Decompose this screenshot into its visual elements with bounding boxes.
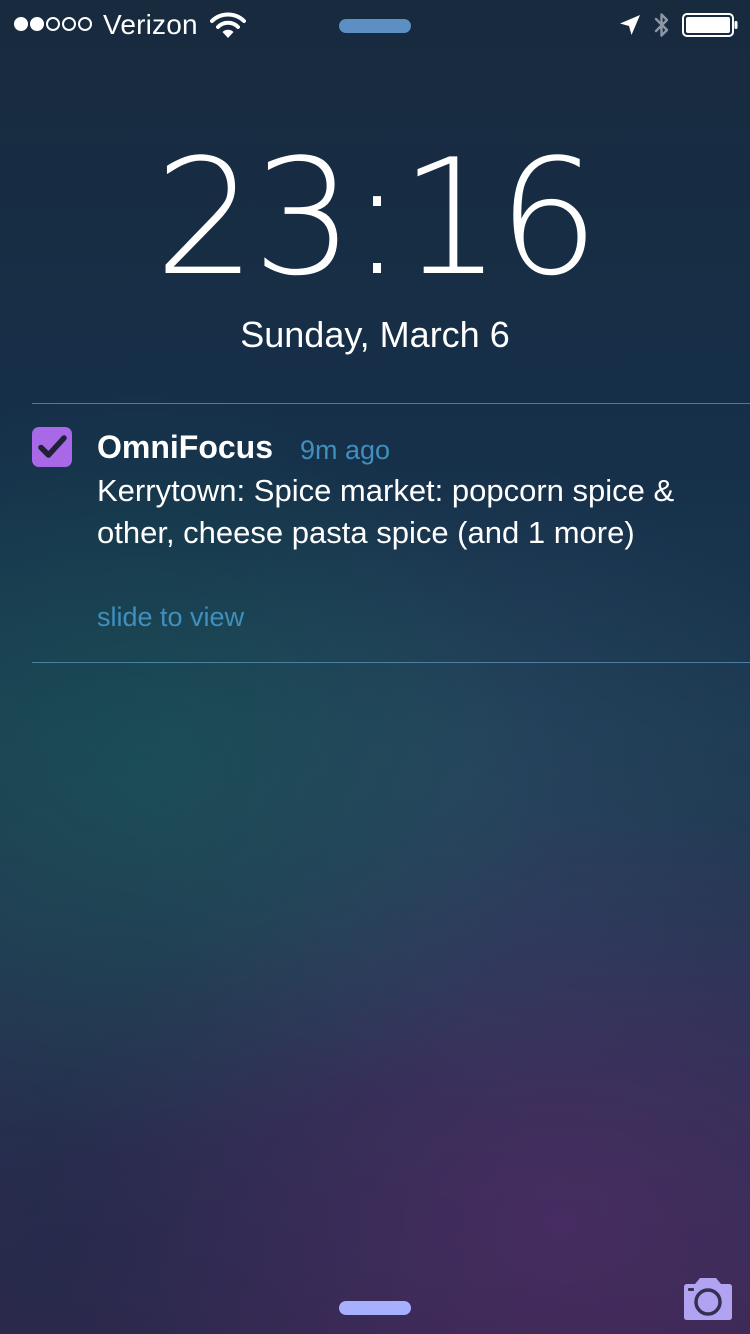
carrier-name: Verizon: [103, 9, 198, 40]
battery-icon: [682, 13, 738, 37]
signal-dot: [62, 17, 76, 31]
status-bar: Verizon: [0, 0, 750, 50]
signal-dot: [78, 17, 92, 31]
checkbox-check-icon: [38, 435, 67, 458]
wifi-icon: [210, 12, 246, 38]
notification-message: Kerrytown: Spice market: popcorn spice &…: [97, 473, 675, 550]
notification-divider-bottom: [32, 662, 750, 663]
notification-center-grabber[interactable]: [339, 19, 411, 33]
lock-screen-date: Sunday, March 6: [240, 314, 510, 355]
slide-to-view-action[interactable]: slide to view: [97, 601, 244, 633]
bluetooth-icon: [654, 13, 669, 37]
signal-dot: [30, 17, 44, 31]
lock-screen-time: 23:16: [154, 124, 599, 311]
notification-time: 9m ago: [300, 435, 391, 465]
signal-dot: [14, 17, 28, 31]
location-arrow-icon: [620, 15, 640, 35]
notification-app-name: OmniFocus: [97, 429, 274, 465]
omnifocus-app-icon: [32, 427, 72, 467]
signal-dot: [46, 17, 60, 31]
notification-divider-top: [32, 403, 750, 404]
lock-screen: Verizon 23:16 Sunday, March 6 OmniFocus: [0, 0, 750, 1334]
signal-strength-indicator: [14, 17, 92, 31]
camera-icon[interactable]: [680, 1276, 736, 1322]
control-center-grabber[interactable]: [339, 1301, 411, 1315]
